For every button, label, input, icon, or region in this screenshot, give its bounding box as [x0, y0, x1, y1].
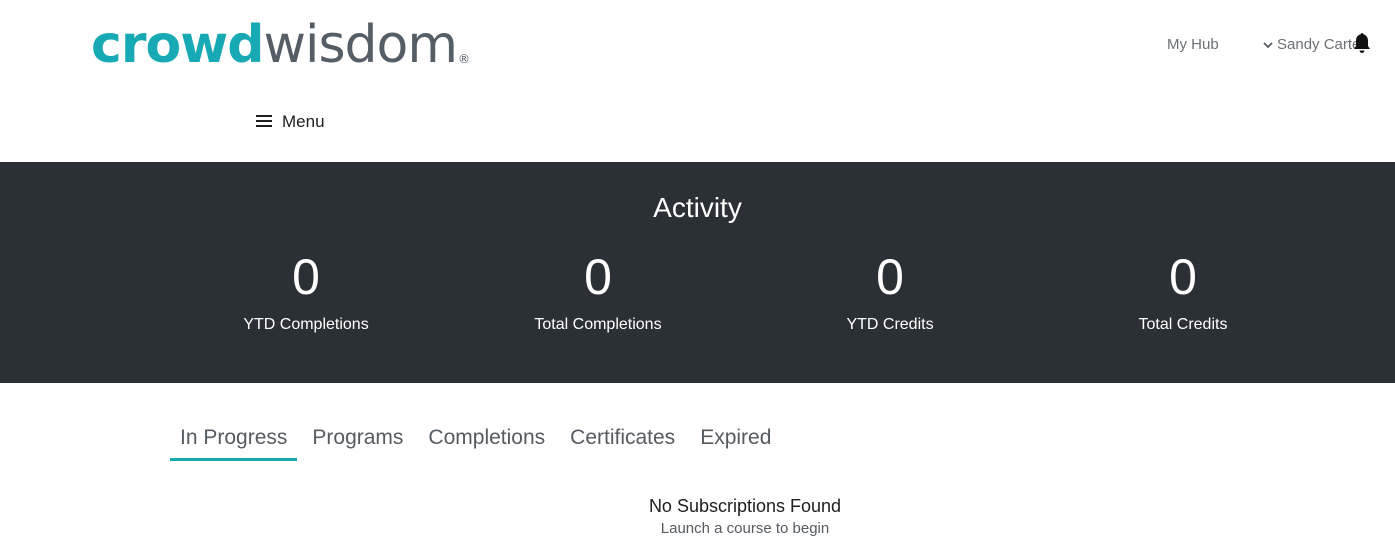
tab-expired[interactable]: Expired [690, 422, 781, 461]
my-hub-link[interactable]: My Hub [1167, 36, 1219, 53]
tab-in-progress[interactable]: In Progress [170, 422, 298, 461]
header: crowdwisdom® My Hub Sandy Carter Menu [0, 0, 1395, 162]
menu-label: Menu [282, 112, 325, 131]
bell-icon[interactable] [1353, 32, 1371, 54]
activity-title: Activity [653, 192, 742, 223]
tab-programs[interactable]: Programs [302, 422, 413, 461]
stat-value: 0 [584, 249, 612, 305]
tab-completions[interactable]: Completions [418, 422, 555, 461]
hamburger-icon [256, 115, 272, 127]
stat-value: 0 [876, 249, 904, 305]
stat-label: Total Completions [534, 316, 662, 333]
menu-button[interactable]: Menu [256, 112, 325, 132]
tab-certificates[interactable]: Certificates [560, 422, 685, 461]
stat-total-credits: 0 Total Credits [1063, 246, 1303, 334]
stat-label: YTD Credits [846, 316, 934, 333]
stat-ytd-credits: 0 YTD Credits [770, 246, 1010, 334]
stat-label: Total Credits [1138, 316, 1228, 333]
stat-value: 0 [292, 249, 320, 305]
page: crowdwisdom® My Hub Sandy Carter Menu Ac… [0, 0, 1395, 560]
stat-value: 0 [1169, 249, 1197, 305]
crowdwisdom-logo[interactable]: crowdwisdom® [91, 10, 470, 80]
logo-crowd: crowd [91, 15, 264, 75]
chevron-down-icon [1263, 41, 1273, 48]
tab-bar: In Progress Programs Completions Certifi… [170, 422, 786, 461]
stat-label: YTD Completions [243, 316, 369, 333]
stat-ytd-completions: 0 YTD Completions [186, 246, 426, 334]
user-menu[interactable]: Sandy Carter [1262, 36, 1365, 53]
empty-state-title: No Subscriptions Found [648, 496, 842, 516]
logo-registered-mark: ® [458, 52, 470, 66]
logo-wisdom: wisdom [263, 15, 458, 75]
empty-state-subtitle: Launch a course to begin [660, 520, 830, 537]
empty-state: No Subscriptions Found Launch a course t… [0, 496, 1395, 537]
activity-panel: Activity 0 YTD Completions 0 Total Compl… [0, 162, 1395, 383]
stat-total-completions: 0 Total Completions [478, 246, 718, 334]
